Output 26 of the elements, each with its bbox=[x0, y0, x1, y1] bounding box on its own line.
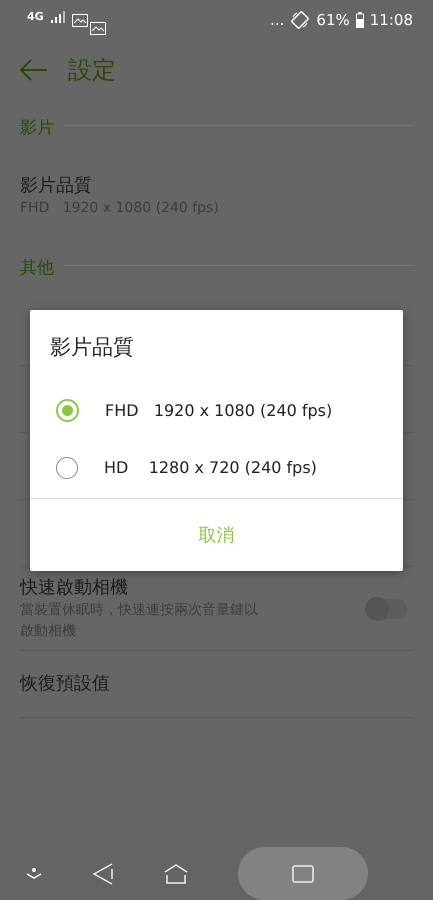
more-notifications-label: ... bbox=[270, 11, 284, 29]
setting-title[interactable]: 影片品質 bbox=[20, 174, 413, 198]
signal-icon bbox=[50, 11, 66, 23]
cancel-button[interactable]: 取消 bbox=[182, 515, 250, 555]
image-icon bbox=[90, 22, 106, 34]
home-icon[interactable] bbox=[164, 864, 188, 884]
battery-percent: 61% bbox=[316, 11, 350, 29]
rotate-icon bbox=[290, 10, 310, 30]
quality-option[interactable]: HD 1280 x 720 (240 fps) bbox=[30, 439, 403, 496]
back-icon[interactable] bbox=[93, 862, 114, 884]
section-header: 影片 bbox=[20, 117, 54, 140]
network-label: 4G bbox=[27, 10, 44, 22]
setting-title[interactable]: 恢復預設值 bbox=[20, 672, 413, 696]
dialog-title: 影片品質 bbox=[49, 334, 135, 361]
image-icon bbox=[72, 14, 88, 26]
setting-title[interactable]: 快速啟動相機 bbox=[20, 576, 367, 600]
clock: 11:08 bbox=[370, 11, 413, 29]
radio-button[interactable] bbox=[56, 399, 79, 422]
back-arrow-icon[interactable] bbox=[20, 59, 48, 81]
radio-button[interactable] bbox=[56, 456, 78, 478]
battery-icon bbox=[356, 12, 364, 28]
hide-nav-icon[interactable] bbox=[25, 868, 44, 880]
quality-option[interactable]: FHD 1920 x 1080 (240 fps) bbox=[30, 382, 403, 439]
recents-icon bbox=[292, 864, 314, 882]
section-header: 其他 bbox=[20, 257, 54, 280]
page-title: 設定 bbox=[68, 55, 116, 86]
